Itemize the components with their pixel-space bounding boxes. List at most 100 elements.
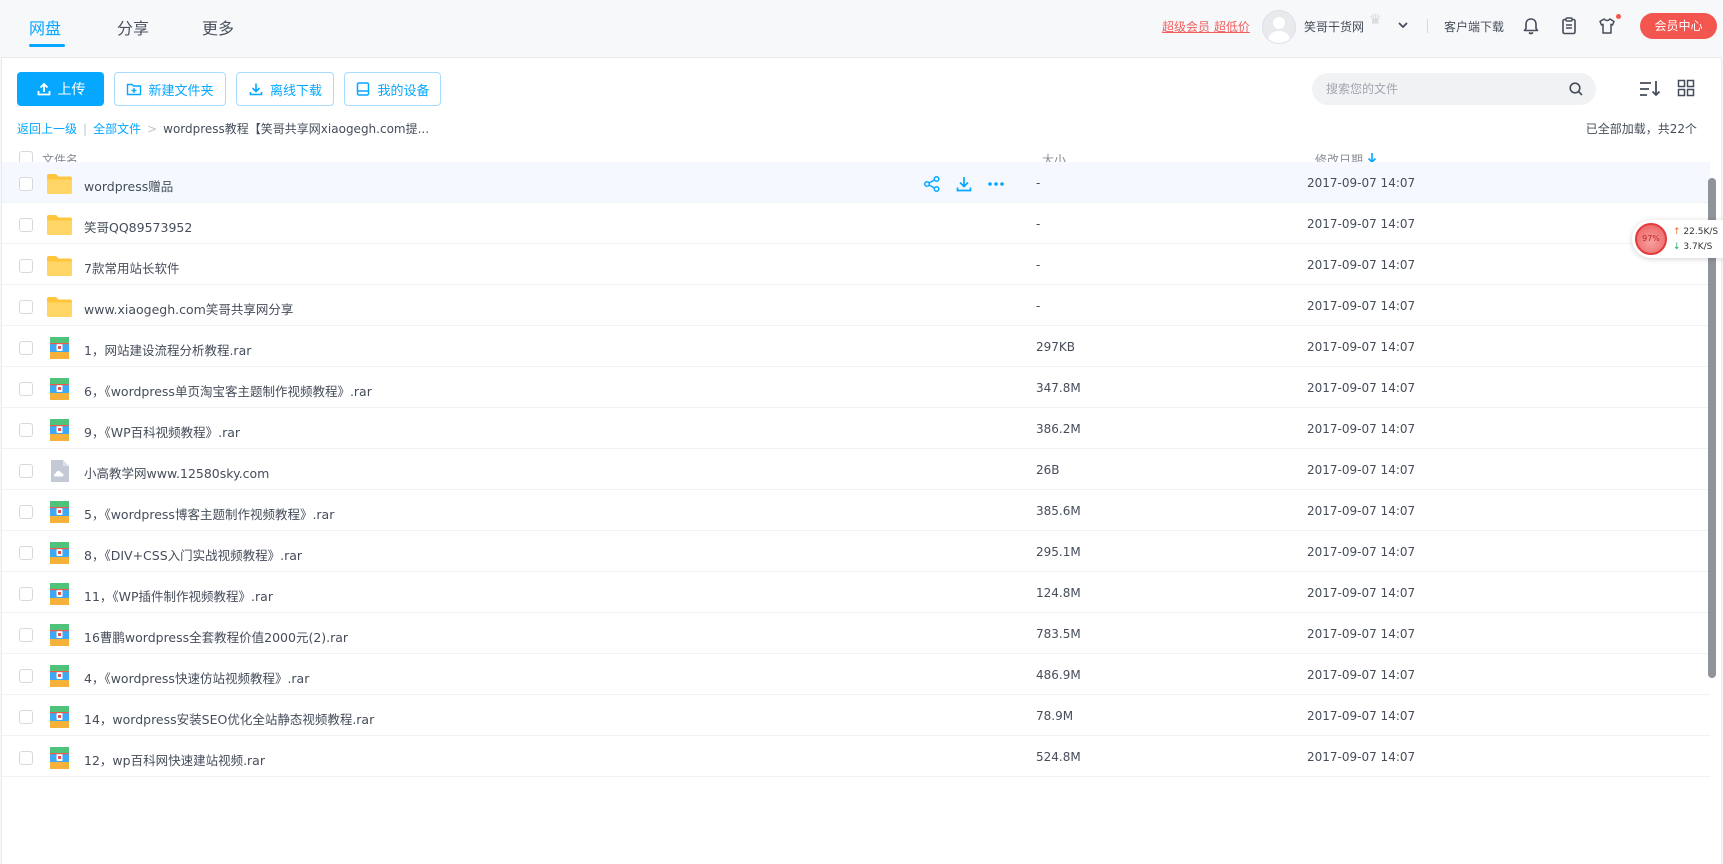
file-name[interactable]: 16曹鹏wordpress全套教程价值2000元(2).rar (84, 627, 348, 646)
vip-center-button[interactable]: 会员中心 (1640, 13, 1717, 39)
file-row[interactable]: 6，《wordpress单页淘宝客主题制作视频教程》.rar 347.8M 2017… (2, 367, 1710, 408)
file-row[interactable]: 16曹鹏wordpress全套教程价值2000元(2).rar 783.5M 201… (2, 613, 1710, 654)
client-download-link[interactable]: 客户端下载 (1444, 18, 1504, 35)
file-name[interactable]: www.xiaogegh.com笑哥共享网分享 (84, 299, 293, 318)
file-row[interactable]: 14，wordpress安装SEO优化全站静态视频教程.rar 78.9M 2017… (2, 695, 1710, 736)
file-size: 297KB (1036, 340, 1076, 354)
new-folder-button[interactable]: 新建文件夹 (114, 72, 226, 106)
file-row[interactable]: wordpress赠品 - 2017-09-07 14:07 (2, 162, 1710, 203)
row-checkbox[interactable] (19, 341, 33, 355)
bell-icon[interactable] (1521, 16, 1541, 36)
file-name[interactable]: 1，网站建设流程分析教程.rar (84, 340, 251, 359)
file-date: 2017-09-07 14:07 (1307, 668, 1416, 682)
file-name[interactable]: 7款常用站长软件 (84, 258, 179, 277)
file-row[interactable]: 4，《wordpress快速仿站视频教程》.rar 486.9M 2017-09-0… (2, 654, 1710, 695)
my-devices-button[interactable]: 我的设备 (344, 72, 441, 106)
breadcrumb-back-link[interactable]: 返回上一级 (17, 120, 77, 137)
row-checkbox[interactable] (19, 505, 33, 519)
row-checkbox[interactable] (19, 710, 33, 724)
file-size: 486.9M (1036, 668, 1081, 682)
row-checkbox[interactable] (19, 587, 33, 601)
row-checkbox[interactable] (19, 259, 33, 273)
row-checkbox[interactable] (19, 300, 33, 314)
super-vip-promo-link[interactable]: 超级会员 超低价 (1162, 18, 1250, 35)
file-row[interactable]: 8，《DIV+CSS入门实战视频教程》.rar 295.1M 2017-09-07 … (2, 531, 1710, 572)
device-icon (357, 82, 370, 96)
file-panel: 上传 新建文件夹 离线下载 我的设备 返回上一级 | 全部文件 > wordpr… (1, 57, 1722, 864)
file-date: 2017-09-07 14:07 (1307, 176, 1416, 190)
speed-percent-badge: 97% (1635, 223, 1667, 255)
search-icon[interactable] (1568, 81, 1584, 97)
row-checkbox[interactable] (19, 382, 33, 396)
share-icon[interactable] (922, 174, 942, 194)
archive-icon (50, 378, 69, 400)
download-icon[interactable] (954, 174, 974, 194)
file-size: 783.5M (1036, 627, 1081, 641)
row-checkbox[interactable] (19, 751, 33, 765)
file-name[interactable]: 4，《wordpress快速仿站视频教程》.rar (84, 668, 309, 687)
file-row[interactable]: 11，《WP插件制作视频教程》.rar 124.8M 2017-09-07 14:0… (2, 572, 1710, 613)
file-name[interactable]: 8，《DIV+CSS入门实战视频教程》.rar (84, 545, 302, 564)
file-row[interactable]: 1，网站建设流程分析教程.rar 297KB 2017-09-07 14:07 (2, 326, 1710, 367)
file-row[interactable]: 7款常用站长软件 - 2017-09-07 14:07 (2, 244, 1710, 285)
archive-icon (50, 501, 69, 523)
file-row[interactable]: 12，wp百科网快速建站视频.rar 524.8M 2017-09-07 14:07 (2, 736, 1710, 777)
upload-label: 上传 (57, 82, 86, 98)
folder-icon (47, 215, 72, 235)
search-input[interactable] (1312, 73, 1596, 105)
file-date: 2017-09-07 14:07 (1307, 381, 1416, 395)
row-checkbox[interactable] (19, 423, 33, 437)
tab-share[interactable]: 分享 (117, 15, 149, 39)
file-name[interactable]: 笑哥QQ89573952 (84, 217, 192, 236)
row-checkbox[interactable] (19, 464, 33, 478)
file-row[interactable]: www.xiaogegh.com笑哥共享网分享 - 2017-09-07 14:07 (2, 285, 1710, 326)
grid-view-icon[interactable] (1677, 79, 1695, 97)
folder-icon (47, 297, 72, 317)
file-name[interactable]: wordpress赠品 (84, 176, 173, 195)
tab-netdisk[interactable]: 网盘 (29, 15, 61, 39)
clipboard-icon[interactable] (1559, 16, 1579, 36)
tab-more[interactable]: 更多 (202, 15, 234, 39)
speed-widget[interactable]: 97% ↑ 22.5K/S ↓ 3.7K/S (1632, 220, 1723, 258)
upload-button[interactable]: 上传 (17, 72, 104, 106)
username[interactable]: 笑哥干货网 (1304, 18, 1364, 35)
row-checkbox[interactable] (19, 546, 33, 560)
row-checkbox[interactable] (19, 669, 33, 683)
file-name[interactable]: 14，wordpress安装SEO优化全站静态视频教程.rar (84, 709, 374, 728)
breadcrumb-all-files-link[interactable]: 全部文件 (93, 120, 141, 137)
breadcrumb-current-folder: wordpress教程【笑哥共享网xiaogegh.com提... (163, 122, 430, 136)
tshirt-icon[interactable] (1597, 16, 1617, 36)
file-name[interactable]: 11，《WP插件制作视频教程》.rar (84, 586, 273, 605)
new-folder-icon (127, 83, 142, 96)
file-row[interactable]: 笑哥QQ89573952 - 2017-09-07 14:07 (2, 203, 1710, 244)
crown-icon: ♛ (1369, 12, 1382, 28)
archive-icon (50, 583, 69, 605)
folder-icon (47, 174, 72, 194)
archive-icon (50, 337, 69, 359)
file-size: - (1036, 176, 1041, 190)
row-checkbox[interactable] (19, 218, 33, 232)
sort-icon[interactable] (1638, 78, 1662, 100)
more-icon[interactable] (986, 174, 1006, 194)
avatar[interactable] (1262, 10, 1296, 44)
offline-download-button[interactable]: 离线下载 (236, 72, 334, 106)
upload-icon (37, 82, 50, 96)
top-bar: 网盘 分享 更多 超级会员 超低价 笑哥干货网 ♛ 客户端下载 会员中心 (0, 0, 1723, 57)
file-name[interactable]: 9，《WP百科视频教程》.rar (84, 422, 240, 441)
row-checkbox[interactable] (19, 177, 33, 191)
folder-icon (47, 256, 72, 276)
file-date: 2017-09-07 14:07 (1307, 545, 1416, 559)
file-name[interactable]: 12，wp百科网快速建站视频.rar (84, 750, 265, 769)
row-checkbox[interactable] (19, 628, 33, 642)
chevron-down-icon[interactable] (1396, 18, 1410, 32)
download-speed: ↓ 3.7K/S (1673, 242, 1712, 252)
upload-speed: ↑ 22.5K/S (1673, 227, 1718, 237)
file-name[interactable]: 5，《wordpress博客主题制作视频教程》.rar (84, 504, 334, 523)
divider (1427, 19, 1428, 33)
breadcrumb-separator: | (83, 121, 88, 136)
file-row[interactable]: 9，《WP百科视频教程》.rar 386.2M 2017-09-07 14:07 (2, 408, 1710, 449)
file-name[interactable]: 6，《wordpress单页淘宝客主题制作视频教程》.rar (84, 381, 372, 400)
file-row[interactable]: 小高教学网www.12580sky.com 26B 2017-09-07 14:07 (2, 449, 1710, 490)
file-name[interactable]: 小高教学网www.12580sky.com (84, 463, 269, 482)
file-row[interactable]: 5，《wordpress博客主题制作视频教程》.rar 385.6M 2017-09… (2, 490, 1710, 531)
